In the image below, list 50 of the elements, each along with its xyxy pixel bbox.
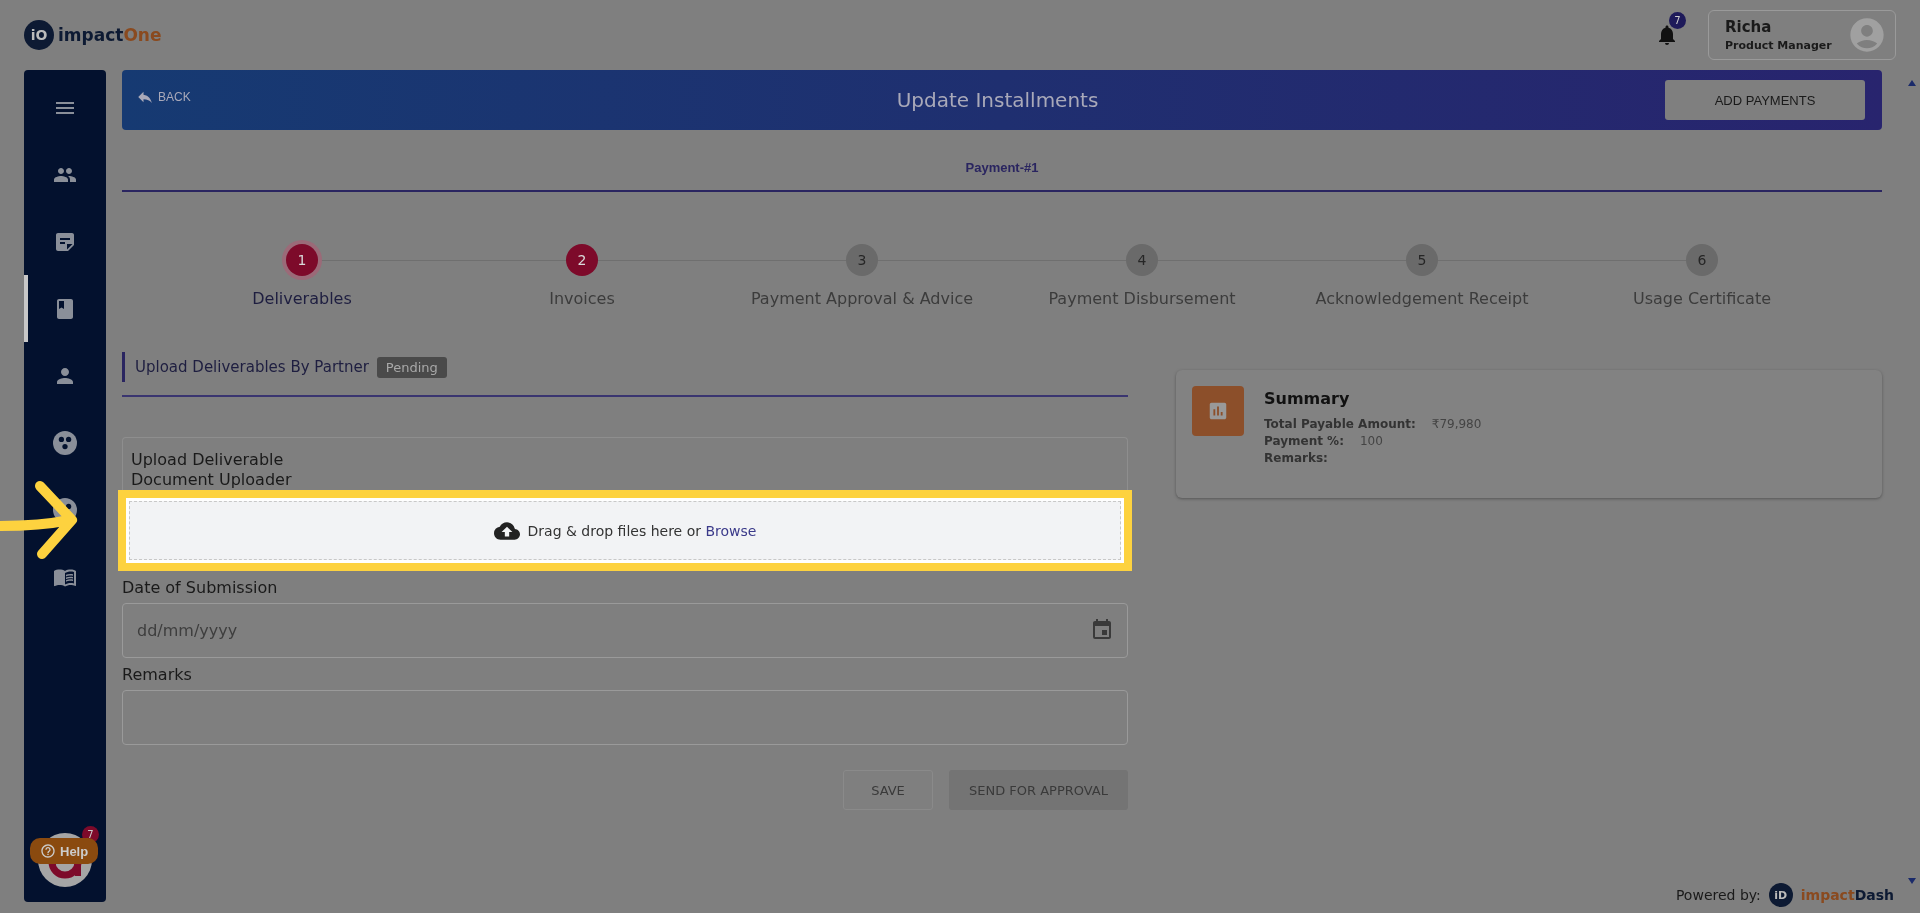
step-number[interactable]: 1 xyxy=(286,244,318,276)
user-name: Richa xyxy=(1725,18,1773,36)
step-number[interactable]: 3 xyxy=(846,244,878,276)
back-button[interactable]: BACK xyxy=(130,87,330,107)
brand-name: impactDash xyxy=(1800,887,1894,903)
summary-label: Payment %: xyxy=(1264,434,1344,448)
notification-badge: 7 xyxy=(1669,12,1686,29)
remarks-field[interactable] xyxy=(122,690,1128,745)
step-label: Deliverables xyxy=(252,289,352,308)
summary-label: Total Payable Amount: xyxy=(1264,417,1416,431)
date-field[interactable]: dd/mm/yyyy xyxy=(122,603,1128,658)
user-role: Product Manager xyxy=(1725,39,1833,52)
field-label: Remarks xyxy=(122,664,193,686)
dots-circle-icon xyxy=(53,430,77,455)
page-title: Update Installments xyxy=(895,88,1100,112)
uploader-title: Upload Deliverable xyxy=(131,450,285,470)
uploader-subtitle: Document Uploader xyxy=(131,470,293,490)
step-label: Invoices xyxy=(549,289,615,308)
drop-instructions: Drag & drop files here or Browse xyxy=(527,522,757,539)
help-icon xyxy=(40,843,56,859)
step-number[interactable]: 2 xyxy=(566,244,598,276)
chart-icon xyxy=(1192,386,1244,436)
scroll-down-icon[interactable] xyxy=(1908,878,1916,884)
powered-by-text: Powered by: xyxy=(1675,887,1761,903)
summary-title: Summary xyxy=(1264,389,1351,408)
summary-value: 100 xyxy=(1359,434,1383,448)
logo-mark: iD xyxy=(1768,883,1793,907)
drop-zone[interactable]: Drag & drop files here or Browse xyxy=(129,501,1121,560)
step-number[interactable]: 6 xyxy=(1686,244,1718,276)
browse-link[interactable]: Browse xyxy=(705,522,757,539)
payment-tab[interactable]: Payment-#1 xyxy=(959,158,1045,176)
step-number[interactable]: 5 xyxy=(1406,244,1438,276)
status-badge: Pending xyxy=(376,356,447,378)
field-label: Date of Submission xyxy=(122,577,279,599)
help-button[interactable]: Help xyxy=(30,838,99,864)
step-label: Acknowledgement Receipt xyxy=(1315,289,1529,308)
avatar-icon xyxy=(1847,15,1887,55)
add-payments-button[interactable]: ADD PAYMENTS xyxy=(1665,80,1865,120)
calendar-icon[interactable] xyxy=(1090,618,1114,642)
scroll-up-icon[interactable] xyxy=(1908,80,1916,86)
section-title: Upload Deliverables By Partner xyxy=(135,358,369,376)
step-number[interactable]: 4 xyxy=(1126,244,1158,276)
summary-label: Remarks: xyxy=(1264,451,1328,465)
user-menu[interactable]: Richa Product Manager xyxy=(1708,10,1896,60)
step-label: Usage Certificate xyxy=(1632,289,1771,308)
brand-name: impactOne xyxy=(58,25,162,45)
step-label: Payment Approval & Advice xyxy=(750,289,974,308)
logo-mark: iO xyxy=(24,20,54,50)
summary-value: ₹79,980 xyxy=(1431,417,1482,431)
step-label: Payment Disbursement xyxy=(1048,289,1236,308)
